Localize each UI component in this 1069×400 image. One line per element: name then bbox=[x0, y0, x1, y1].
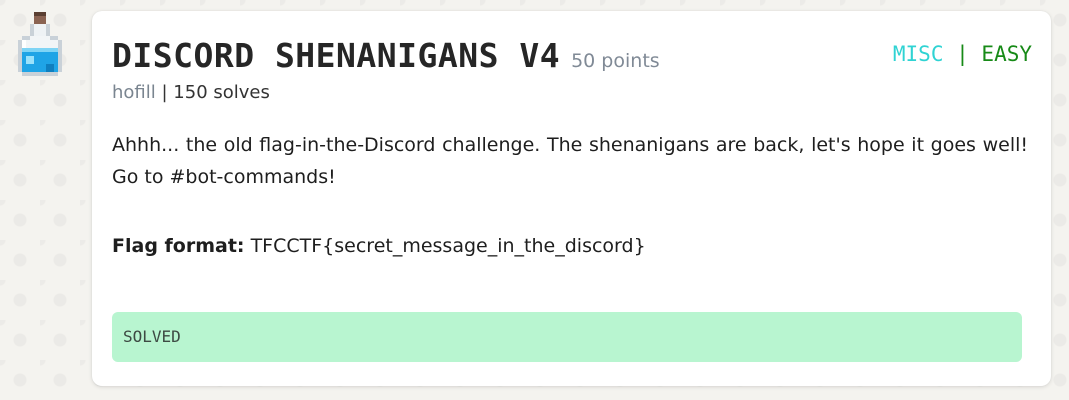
category-tag: MISC bbox=[892, 42, 944, 66]
solved-status-bar: SOLVED bbox=[112, 312, 1022, 362]
challenge-title: DISCORD SHENANIGANS V4 bbox=[112, 36, 561, 75]
challenge-meta: hofill | 150 solves bbox=[112, 82, 270, 103]
flag-format-value: TFCCTF{secret_message_in_the_discord} bbox=[250, 235, 646, 257]
title-row: DISCORD SHENANIGANS V4 50 points bbox=[112, 37, 660, 75]
potion-bottle-icon bbox=[14, 12, 66, 84]
solves-count: 150 solves bbox=[173, 82, 270, 103]
challenge-tags: MISC | EASY bbox=[893, 42, 1032, 66]
tag-separator: | bbox=[956, 42, 982, 66]
flag-format-label: Flag format: bbox=[112, 235, 245, 257]
challenge-points: 50 points bbox=[571, 50, 660, 72]
meta-separator: | bbox=[161, 82, 174, 103]
challenge-description: Ahhh... the old flag-in-the-Discord chal… bbox=[112, 134, 1028, 188]
difficulty-tag: EASY bbox=[981, 42, 1032, 66]
challenge-card[interactable]: DISCORD SHENANIGANS V4 50 points MISC | … bbox=[92, 11, 1051, 386]
author-name: hofill bbox=[112, 82, 156, 103]
flag-format: Flag format: TFCCTF{secret_message_in_th… bbox=[112, 235, 646, 257]
